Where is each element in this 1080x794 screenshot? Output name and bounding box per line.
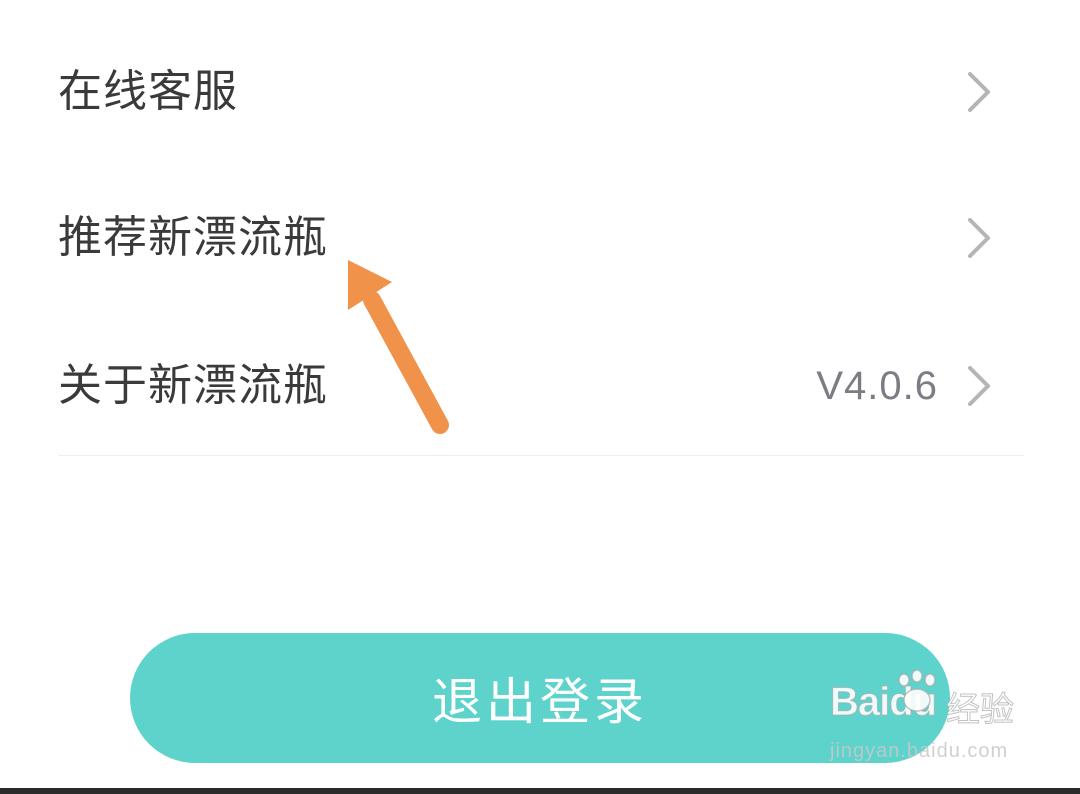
settings-page: 在线客服 推荐新漂流瓶 关于新漂流瓶 V4.0.6 退出登录 Baidu 经验 … — [0, 0, 1080, 794]
menu-item-label: 关于新漂流瓶 — [58, 360, 328, 411]
menu-item-label: 推荐新漂流瓶 — [58, 212, 328, 263]
paw-icon — [898, 670, 936, 712]
bottom-edge-bar — [0, 788, 1080, 794]
menu-item-recommend[interactable]: 推荐新漂流瓶 — [0, 188, 1080, 288]
menu-item-about[interactable]: 关于新漂流瓶 V4.0.6 — [0, 336, 1080, 436]
baidu-jingyan-watermark: Baidu 经验 jingyan.baidu.com — [826, 670, 1026, 776]
chevron-right-icon — [968, 218, 990, 258]
menu-divider — [58, 455, 1024, 456]
chevron-right-icon — [968, 366, 990, 406]
menu-item-label: 在线客服 — [58, 66, 238, 117]
version-value: V4.0.6 — [816, 364, 938, 408]
logout-label: 退出登录 — [432, 673, 648, 731]
menu-item-online-support[interactable]: 在线客服 — [0, 42, 1080, 142]
watermark-suffix: 经验 — [946, 690, 1015, 731]
chevron-right-icon — [968, 72, 990, 112]
arrow-annotation-icon — [348, 260, 449, 434]
watermark-url: jingyan.baidu.com — [830, 740, 1009, 762]
